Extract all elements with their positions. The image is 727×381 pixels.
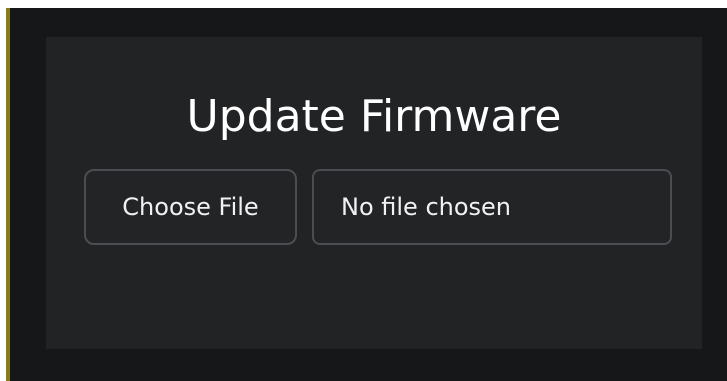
file-status-text: No file chosen: [312, 169, 672, 245]
page-title: Update Firmware: [186, 91, 562, 142]
window-edge: [6, 8, 10, 381]
choose-file-button[interactable]: Choose File: [84, 169, 297, 245]
firmware-update-panel: Update Firmware Choose File No file chos…: [46, 37, 702, 349]
